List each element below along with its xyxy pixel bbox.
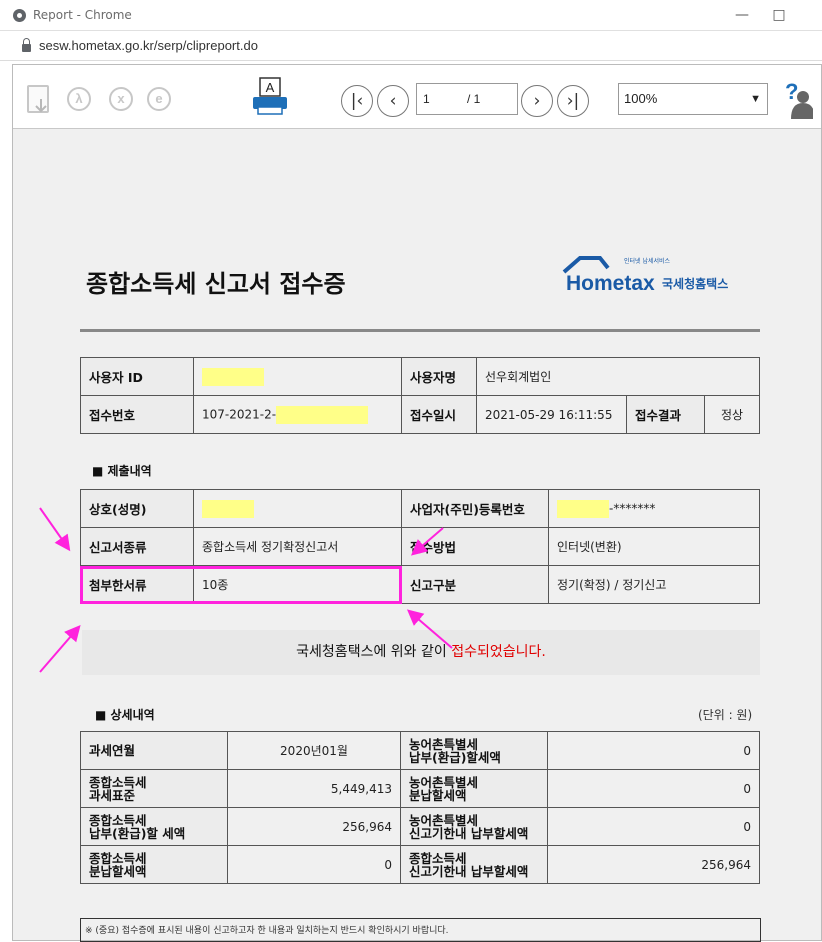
first-page-button[interactable]: |‹ (341, 85, 373, 117)
result-label: 접수결과 (626, 395, 705, 434)
zoom-select[interactable]: 100% ▼ (618, 83, 768, 115)
title-divider (80, 329, 760, 332)
page-current: 1 (423, 92, 430, 106)
detail-label-2: 농어촌특별세 납부(환급)할세액 (400, 731, 548, 770)
zoom-value: 100% (624, 91, 658, 106)
receipt-dt-value: 2021-05-29 16:11:55 (476, 395, 627, 434)
annotation-highlight-box (80, 566, 402, 604)
excel-icon[interactable]: x (109, 85, 135, 115)
method-label: 접수방법 (401, 527, 549, 566)
details-table: 과세연월 2020년01월 농어촌특별세 납부(환급)할세액 0 종합소득세 과세표… (80, 731, 760, 884)
svg-text:A: A (266, 80, 275, 95)
user-id-label: 사용자 ID (80, 357, 194, 396)
hwp-icon[interactable]: e (147, 85, 173, 115)
reg-no-value: -******* (548, 489, 760, 528)
svg-text:Hometax: Hometax (566, 272, 655, 295)
receipt-confirmation-banner: 국세청홈택스에 위와 같이 접수되었습니다. (82, 630, 760, 675)
first-page-icon: |‹ (350, 91, 364, 111)
maximize-icon[interactable]: □ (767, 4, 791, 26)
reg-no-label: 사업자(주민)등록번호 (401, 489, 549, 528)
detail-label-5: 종합소득세 납부(환급)할 세액 (80, 807, 228, 846)
save-icon[interactable] (27, 85, 53, 115)
window-title: Report - Chrome (33, 8, 132, 22)
pdf-icon[interactable]: λ (67, 85, 93, 115)
document-title: 종합소득세 신고서 접수증 (86, 270, 346, 298)
detail-label-8: 종합소득세 신고기한내 납부할세액 (400, 845, 548, 884)
report-type-label: 신고서종류 (80, 527, 194, 566)
prev-page-button[interactable]: ‹ (377, 85, 409, 117)
user-name-value: 선우회계법인 (476, 357, 760, 396)
banner-text: 국세청홈택스에 위와 같이 (296, 644, 452, 660)
unit-label: (단위 : 원) (698, 708, 753, 722)
detail-value-5: 256,964 (227, 807, 401, 846)
help-icon[interactable]: ? (781, 79, 813, 119)
print-icon[interactable]: A (251, 77, 289, 117)
svg-text:인터넷 납세서비스: 인터넷 납세서비스 (624, 257, 671, 265)
detail-value-2: 0 (547, 731, 760, 770)
result-value: 정상 (704, 395, 760, 434)
method-value: 인터넷(변환) (548, 527, 760, 566)
lock-icon (22, 37, 31, 52)
receipt-dt-label: 접수일시 (401, 395, 477, 434)
url-text: sesw.hometax.go.kr/serp/clipreport.do (39, 38, 258, 53)
trade-name-label: 상호(성명) (80, 489, 194, 528)
next-page-icon: › (533, 91, 541, 111)
detail-label-4: 농어촌특별세 분납할세액 (400, 769, 548, 808)
submission-heading: ■ 제출내역 (92, 464, 152, 478)
detail-value-7: 0 (227, 845, 401, 884)
address-bar[interactable]: sesw.hometax.go.kr/serp/clipreport.do (0, 31, 822, 61)
receipt-no-value: 107-2021-2- (193, 395, 402, 434)
page-total: / 1 (467, 92, 481, 106)
report-type-value: 종합소득세 정기확정신고서 (193, 527, 402, 566)
user-id-value (193, 357, 402, 396)
detail-value-6: 0 (547, 807, 760, 846)
last-page-icon: ›| (566, 91, 580, 111)
next-page-button[interactable]: › (521, 85, 553, 117)
detail-label-3: 종합소득세 과세표준 (80, 769, 228, 808)
detail-value-4: 0 (547, 769, 760, 808)
last-page-button[interactable]: ›| (557, 85, 589, 117)
prev-page-icon: ‹ (389, 91, 397, 111)
user-info-table: 사용자 ID 사용자명 선우회계법인 접수번호 107-2021-2- 접수일시… (80, 357, 760, 434)
category-label: 신고구분 (401, 565, 549, 604)
category-value: 정기(확정) / 정기신고 (548, 565, 760, 604)
minimize-icon[interactable]: — (730, 4, 754, 26)
svg-text:국세청홈택스: 국세청홈택스 (662, 276, 728, 291)
important-notice: ※ (중요) 접수증에 표시된 내용이 신고하고자 한 내용과 일치하는지 반드… (80, 918, 761, 942)
hometax-logo: 인터넷 납세서비스 Hometax 국세청홈택스 (562, 256, 728, 295)
page-number-input[interactable]: 1 / 1 (416, 83, 518, 115)
detail-value-8: 256,964 (547, 845, 760, 884)
detail-value-3: 5,449,413 (227, 769, 401, 808)
chrome-icon (13, 8, 26, 22)
banner-highlight: 접수되었습니다. (451, 644, 546, 660)
viewer-toolbar: λ x e A |‹ ‹ 1 / 1 › ›| 100% ▼ ? (13, 65, 821, 129)
trade-name-value (193, 489, 402, 528)
detail-label-6: 농어촌특별세 신고기한내 납부할세액 (400, 807, 548, 846)
detail-value-1: 2020년01월 (227, 731, 401, 770)
window-titlebar: Report - Chrome — □ (0, 0, 822, 31)
receipt-no-label: 접수번호 (80, 395, 194, 434)
chevron-down-icon: ▼ (750, 93, 761, 105)
detail-label-7: 종합소득세 분납할세액 (80, 845, 228, 884)
user-name-label: 사용자명 (401, 357, 477, 396)
details-heading: ■ 상세내역 (95, 708, 155, 722)
detail-label-1: 과세연월 (80, 731, 228, 770)
svg-text:?: ? (785, 79, 798, 104)
